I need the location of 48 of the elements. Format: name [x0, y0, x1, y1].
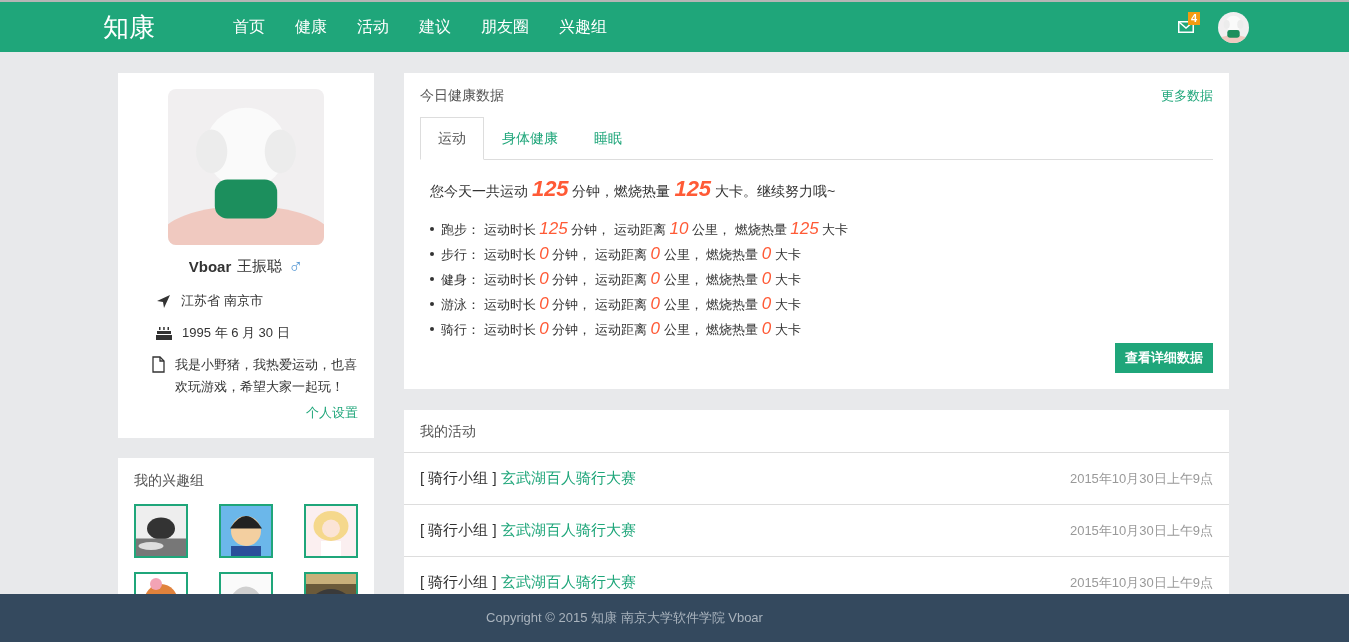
- activity-time: 2015年10月30日上午9点: [1069, 469, 1213, 488]
- exercise-stat-text: 跑步： 运动时长 125 分钟， 运动距离 10 公里， 燃烧热量 125 大卡: [441, 218, 849, 239]
- exercise-stat-text: 骑行： 运动时长 0 分钟， 运动距离 0 公里， 燃烧热量 0 大卡: [441, 318, 801, 339]
- copyright-text: Copyright © 2015 知康 南京大学软件学院 Vboar: [486, 609, 763, 627]
- mail-icon[interactable]: [1178, 21, 1194, 33]
- user-name: 王振聪: [237, 257, 283, 276]
- exercise-stat-text: 健身： 运动时长 0 分钟， 运动距离 0 公里， 燃烧热量 0 大卡: [441, 268, 801, 289]
- nav-link[interactable]: 建议: [419, 16, 451, 38]
- detail-button[interactable]: 查看详细数据: [1115, 343, 1213, 373]
- nickname: Vboar: [188, 258, 232, 275]
- summary-text: 您今天一共运动 125 分钟，燃烧热量 125 大卡。继续努力哦~: [430, 176, 837, 202]
- more-link[interactable]: 更多数据: [1161, 87, 1213, 105]
- location-text: 江苏省 南京市: [181, 292, 263, 310]
- group-tag: [ 骑行小组 ]: [420, 521, 501, 538]
- section-title: 我的兴趣组: [134, 472, 205, 490]
- nav-link[interactable]: 兴趣组: [559, 16, 607, 38]
- group-tag: [ 骑行小组 ]: [420, 573, 501, 590]
- bullet-icon: [430, 301, 434, 306]
- activity-time: 2015年10月30日上午9点: [1069, 573, 1213, 592]
- tab[interactable]: 身体健康: [484, 117, 576, 160]
- settings-link[interactable]: 个人设置: [306, 404, 358, 422]
- activity-time: 2015年10月30日上午9点: [1069, 521, 1213, 540]
- document-icon: [152, 356, 165, 373]
- exercise-stat-text: 游泳： 运动时长 0 分钟， 运动距离 0 公里， 燃烧热量 0 大卡: [441, 293, 801, 314]
- nav-link[interactable]: 朋友圈: [481, 16, 529, 38]
- bio-text: 我是小野猪，我热爱运动，也喜欢玩游戏，希望大家一起玩！: [175, 356, 358, 396]
- activity-link[interactable]: 玄武湖百人骑行大赛: [500, 469, 636, 486]
- section-title: 今日健康数据: [420, 87, 504, 105]
- bullet-icon: [430, 251, 434, 256]
- brand-logo[interactable]: 知康: [103, 9, 233, 45]
- location-icon: [156, 293, 171, 309]
- cake-icon: [156, 326, 172, 340]
- activity-link[interactable]: 玄武湖百人骑行大赛: [500, 573, 636, 590]
- count-badge: 4: [1188, 12, 1201, 25]
- group-tag: [ 骑行小组 ]: [420, 469, 501, 486]
- gender-symbol: ♂: [288, 255, 304, 278]
- nav-link[interactable]: 首页: [233, 16, 265, 38]
- section-title: 我的活动: [420, 423, 476, 439]
- bullet-icon: [430, 226, 434, 231]
- nav-link[interactable]: 活动: [357, 16, 389, 38]
- activity-link[interactable]: 玄武湖百人骑行大赛: [500, 521, 636, 538]
- nav-link[interactable]: 健康: [295, 16, 327, 38]
- tab[interactable]: 睡眠: [576, 117, 640, 160]
- bullet-icon: [430, 276, 434, 281]
- bullet-icon: [430, 326, 434, 331]
- exercise-stat-text: 步行： 运动时长 0 分钟， 运动距离 0 公里， 燃烧热量 0 大卡: [441, 243, 801, 264]
- birthday-text: 1995 年 6 月 30 日: [182, 324, 290, 342]
- tab[interactable]: 运动: [420, 117, 484, 160]
